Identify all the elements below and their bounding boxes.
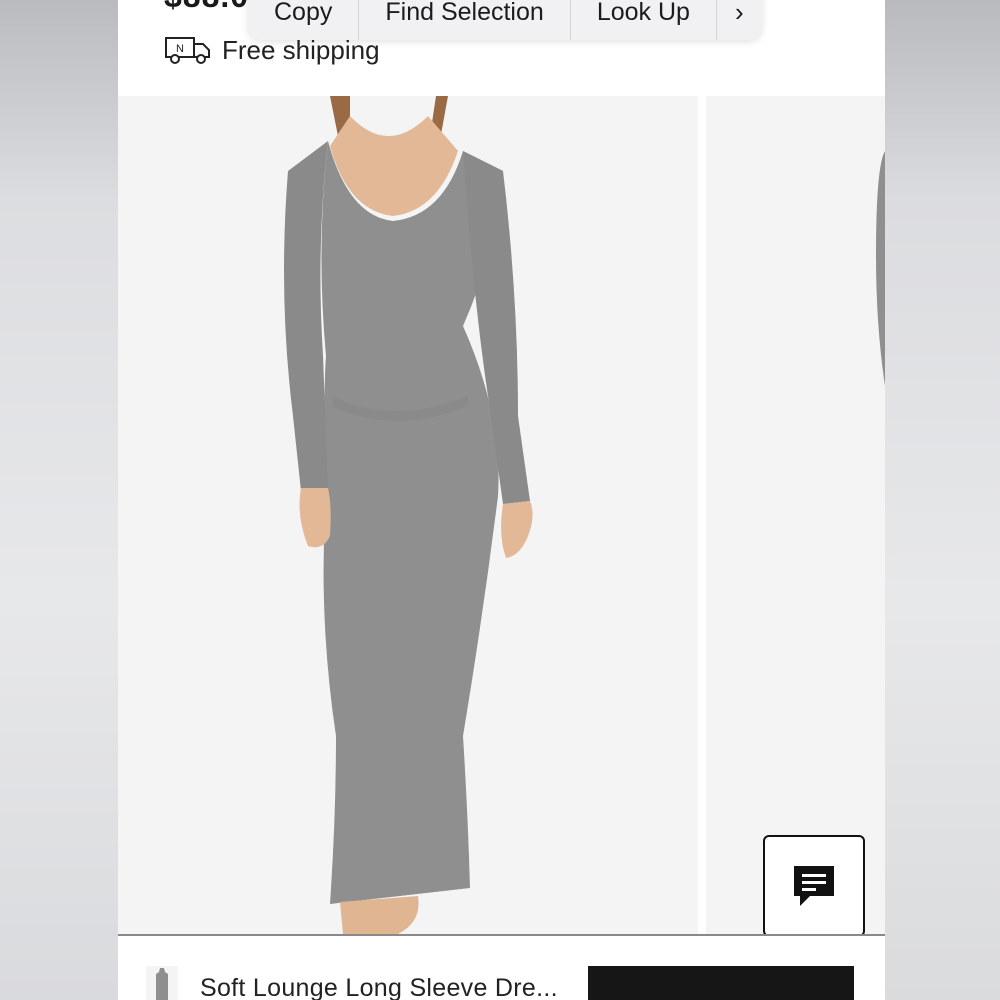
copy-menu-item[interactable]: Copy — [248, 0, 360, 40]
product-page: $88.00 N Free shipping Copy Find Selecti… — [118, 0, 885, 1000]
product-thumbnail[interactable] — [146, 966, 178, 1000]
find-selection-label: Find Selection — [385, 0, 544, 26]
dress-illustration — [284, 96, 533, 934]
dress-illustration-next — [876, 151, 885, 386]
look-up-label: Look Up — [596, 0, 690, 26]
chat-icon — [794, 866, 834, 906]
copy-label: Copy — [274, 0, 333, 26]
product-image-next[interactable] — [706, 96, 885, 934]
find-selection-menu-item[interactable]: Find Selection — [359, 0, 571, 40]
background-blur-right — [885, 0, 1000, 1000]
product-image-gallery[interactable] — [118, 96, 885, 934]
background-blur-left — [0, 0, 118, 1000]
more-label: › — [734, 0, 744, 27]
truck-badge: N — [176, 43, 184, 55]
chat-button[interactable] — [763, 835, 865, 937]
truck-icon: N — [165, 37, 210, 64]
text-selection-menu: Copy Find Selection Look Up › — [248, 0, 762, 40]
product-image-main[interactable] — [118, 96, 698, 934]
product-name: Soft Lounge Long Sleeve Dre... — [200, 974, 558, 1000]
sticky-product-bar: Soft Lounge Long Sleeve Dre... — [118, 936, 885, 1000]
look-up-menu-item[interactable]: Look Up — [571, 0, 717, 40]
chevron-right-icon[interactable]: › — [717, 0, 762, 40]
add-to-bag-button[interactable] — [588, 966, 854, 1000]
